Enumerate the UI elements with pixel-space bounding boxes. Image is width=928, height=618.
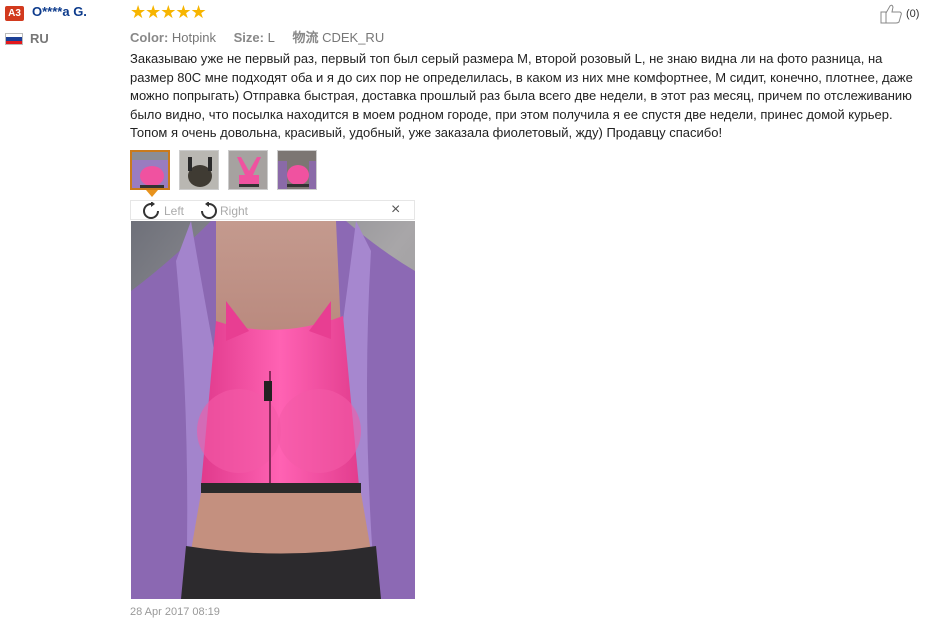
rotate-left-button[interactable]: Left	[141, 202, 184, 220]
rotate-right-button[interactable]: Right	[197, 202, 248, 220]
thumbs-up-icon	[880, 4, 902, 24]
shipping-value: CDEK_RU	[322, 30, 385, 45]
color-label: Color:	[130, 30, 169, 45]
review-photo	[131, 221, 415, 599]
rotate-right-label: Right	[220, 204, 249, 218]
helpful-button[interactable]: (0)	[880, 4, 919, 24]
color-value: Hotpink	[171, 30, 216, 45]
thumbnail-image-icon	[180, 151, 218, 189]
reviewer-name[interactable]: O****a G.	[32, 4, 87, 19]
review-meta: Color: Hotpink Size: L 物流 CDEK_RU	[130, 27, 398, 46]
active-thumbnail-pointer	[146, 190, 158, 197]
size-label: Size:	[233, 30, 264, 45]
photo-viewer-toolbar: Left Right	[130, 200, 415, 220]
photo-thumbnail-2[interactable]	[179, 150, 219, 190]
review-photo-image	[131, 221, 415, 599]
thumbnail-image-icon	[278, 151, 316, 189]
russia-flag-icon	[5, 33, 23, 45]
rotate-left-label: Left	[164, 204, 185, 218]
rotate-left-icon	[143, 202, 159, 219]
reviewer-level-badge: A3	[5, 6, 24, 21]
shipping-label: 物流	[292, 30, 319, 45]
size-value: L	[267, 30, 275, 45]
reviewer-country: RU	[30, 31, 49, 46]
photo-thumbnail-3[interactable]	[228, 150, 268, 190]
review-text: Заказываю уже не первый раз, первый топ …	[130, 51, 913, 140]
thumbnail-image-icon	[132, 152, 168, 188]
helpful-count: (0)	[906, 8, 920, 20]
close-viewer-button[interactable]: ×	[391, 202, 400, 218]
review-date: 28 Apr 2017 08:19	[130, 606, 220, 618]
thumbnail-image-icon	[229, 151, 267, 189]
photo-thumbnail-4[interactable]	[277, 150, 317, 190]
photo-thumbnail-1[interactable]	[130, 150, 170, 190]
photo-thumbnails	[130, 150, 317, 190]
rotate-right-icon	[201, 202, 217, 219]
rating-stars: ★★★★★	[130, 2, 207, 22]
